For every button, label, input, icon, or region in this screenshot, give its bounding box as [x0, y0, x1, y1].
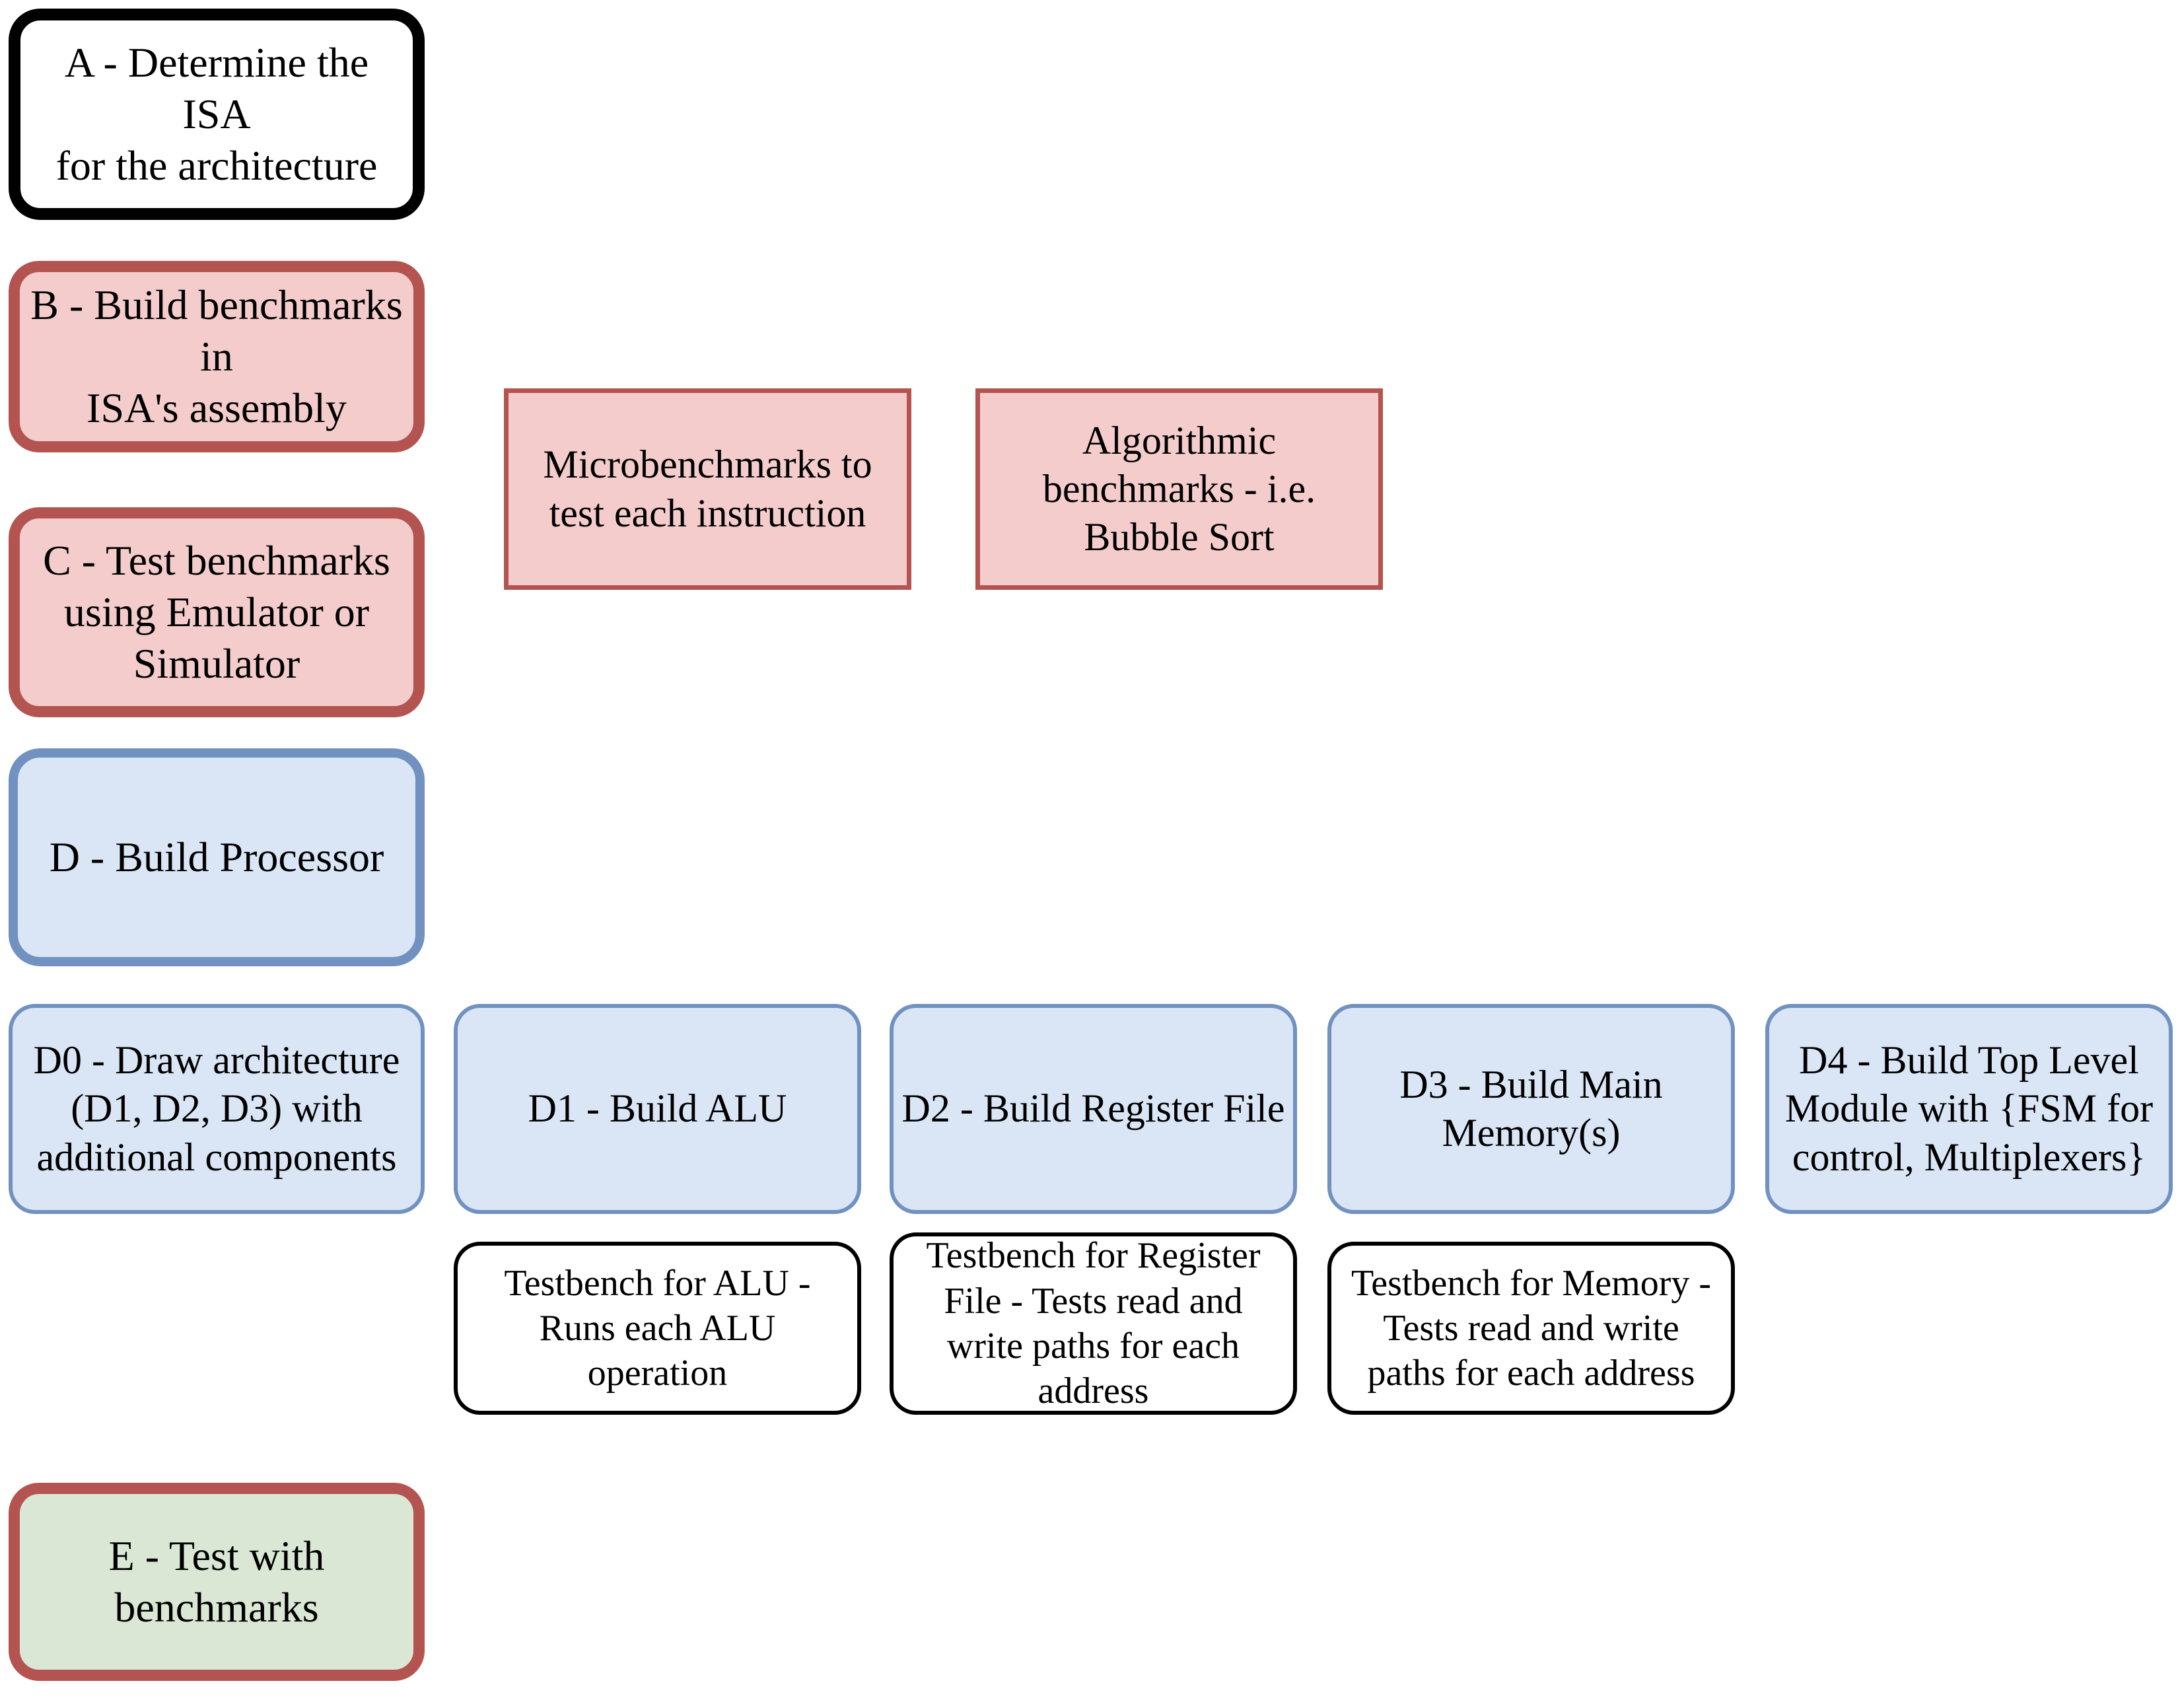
flow-node-label: D2 - Build Register File [901, 1086, 1285, 1131]
flow-node-label: Microbenchmarks to test each instruction [543, 443, 872, 535]
flow-node-label: D1 - Build ALU [528, 1086, 787, 1131]
flow-node-e[interactable]: E - Test with benchmarks [9, 1483, 425, 1681]
flow-node-label: D4 - Build Top Level Module with {FSM fo… [1784, 1038, 2154, 1179]
flow-node-label: C - Test benchmarks using Emulator or Si… [43, 536, 390, 688]
flow-node-tb-mem[interactable]: Testbench for Memory - Tests read and wr… [1327, 1242, 1735, 1415]
flow-node-label: Testbench for ALU - Runs each ALU operat… [504, 1262, 811, 1394]
flow-node-tb-alu[interactable]: Testbench for ALU - Runs each ALU operat… [454, 1242, 861, 1415]
flow-node-tb-rf[interactable]: Testbench for Register File - Tests read… [890, 1232, 1297, 1415]
flow-node-micro[interactable]: Microbenchmarks to test each instruction [504, 388, 911, 590]
flow-node-b[interactable]: B - Build benchmarks in ISA's assembly [9, 261, 425, 452]
flow-node-algo[interactable]: Algorithmic benchmarks - i.e. Bubble Sor… [975, 388, 1383, 590]
flow-node-label: D3 - Build Main Memory(s) [1399, 1062, 1663, 1155]
flow-node-label: Testbench for Register File - Tests read… [926, 1235, 1261, 1412]
flow-node-label: D0 - Draw architecture (D1, D2, D3) with… [33, 1038, 400, 1179]
flow-node-a[interactable]: A - Determine the ISA for the architectu… [9, 9, 425, 220]
flow-node-d4[interactable]: D4 - Build Top Level Module with {FSM fo… [1765, 1004, 2173, 1214]
flow-node-d3[interactable]: D3 - Build Main Memory(s) [1327, 1004, 1735, 1214]
flow-node-label: B - Build benchmarks in ISA's assembly [30, 281, 403, 432]
flow-node-label: A - Determine the ISA for the architectu… [55, 38, 378, 190]
flow-node-label: Algorithmic benchmarks - i.e. Bubble Sor… [1042, 418, 1316, 559]
flow-node-label: Testbench for Memory - Tests read and wr… [1351, 1262, 1711, 1394]
flow-node-d[interactable]: D - Build Processor [9, 748, 425, 966]
flow-node-label: D - Build Processor [49, 833, 384, 880]
flow-node-label: E - Test with benchmarks [108, 1532, 325, 1631]
flow-node-c[interactable]: C - Test benchmarks using Emulator or Si… [9, 507, 425, 717]
flow-node-d2[interactable]: D2 - Build Register File [890, 1004, 1297, 1214]
flowchart-canvas: A - Determine the ISA for the architectu… [0, 0, 2180, 1708]
flow-node-d0[interactable]: D0 - Draw architecture (D1, D2, D3) with… [9, 1004, 425, 1214]
flow-node-d1[interactable]: D1 - Build ALU [454, 1004, 861, 1214]
